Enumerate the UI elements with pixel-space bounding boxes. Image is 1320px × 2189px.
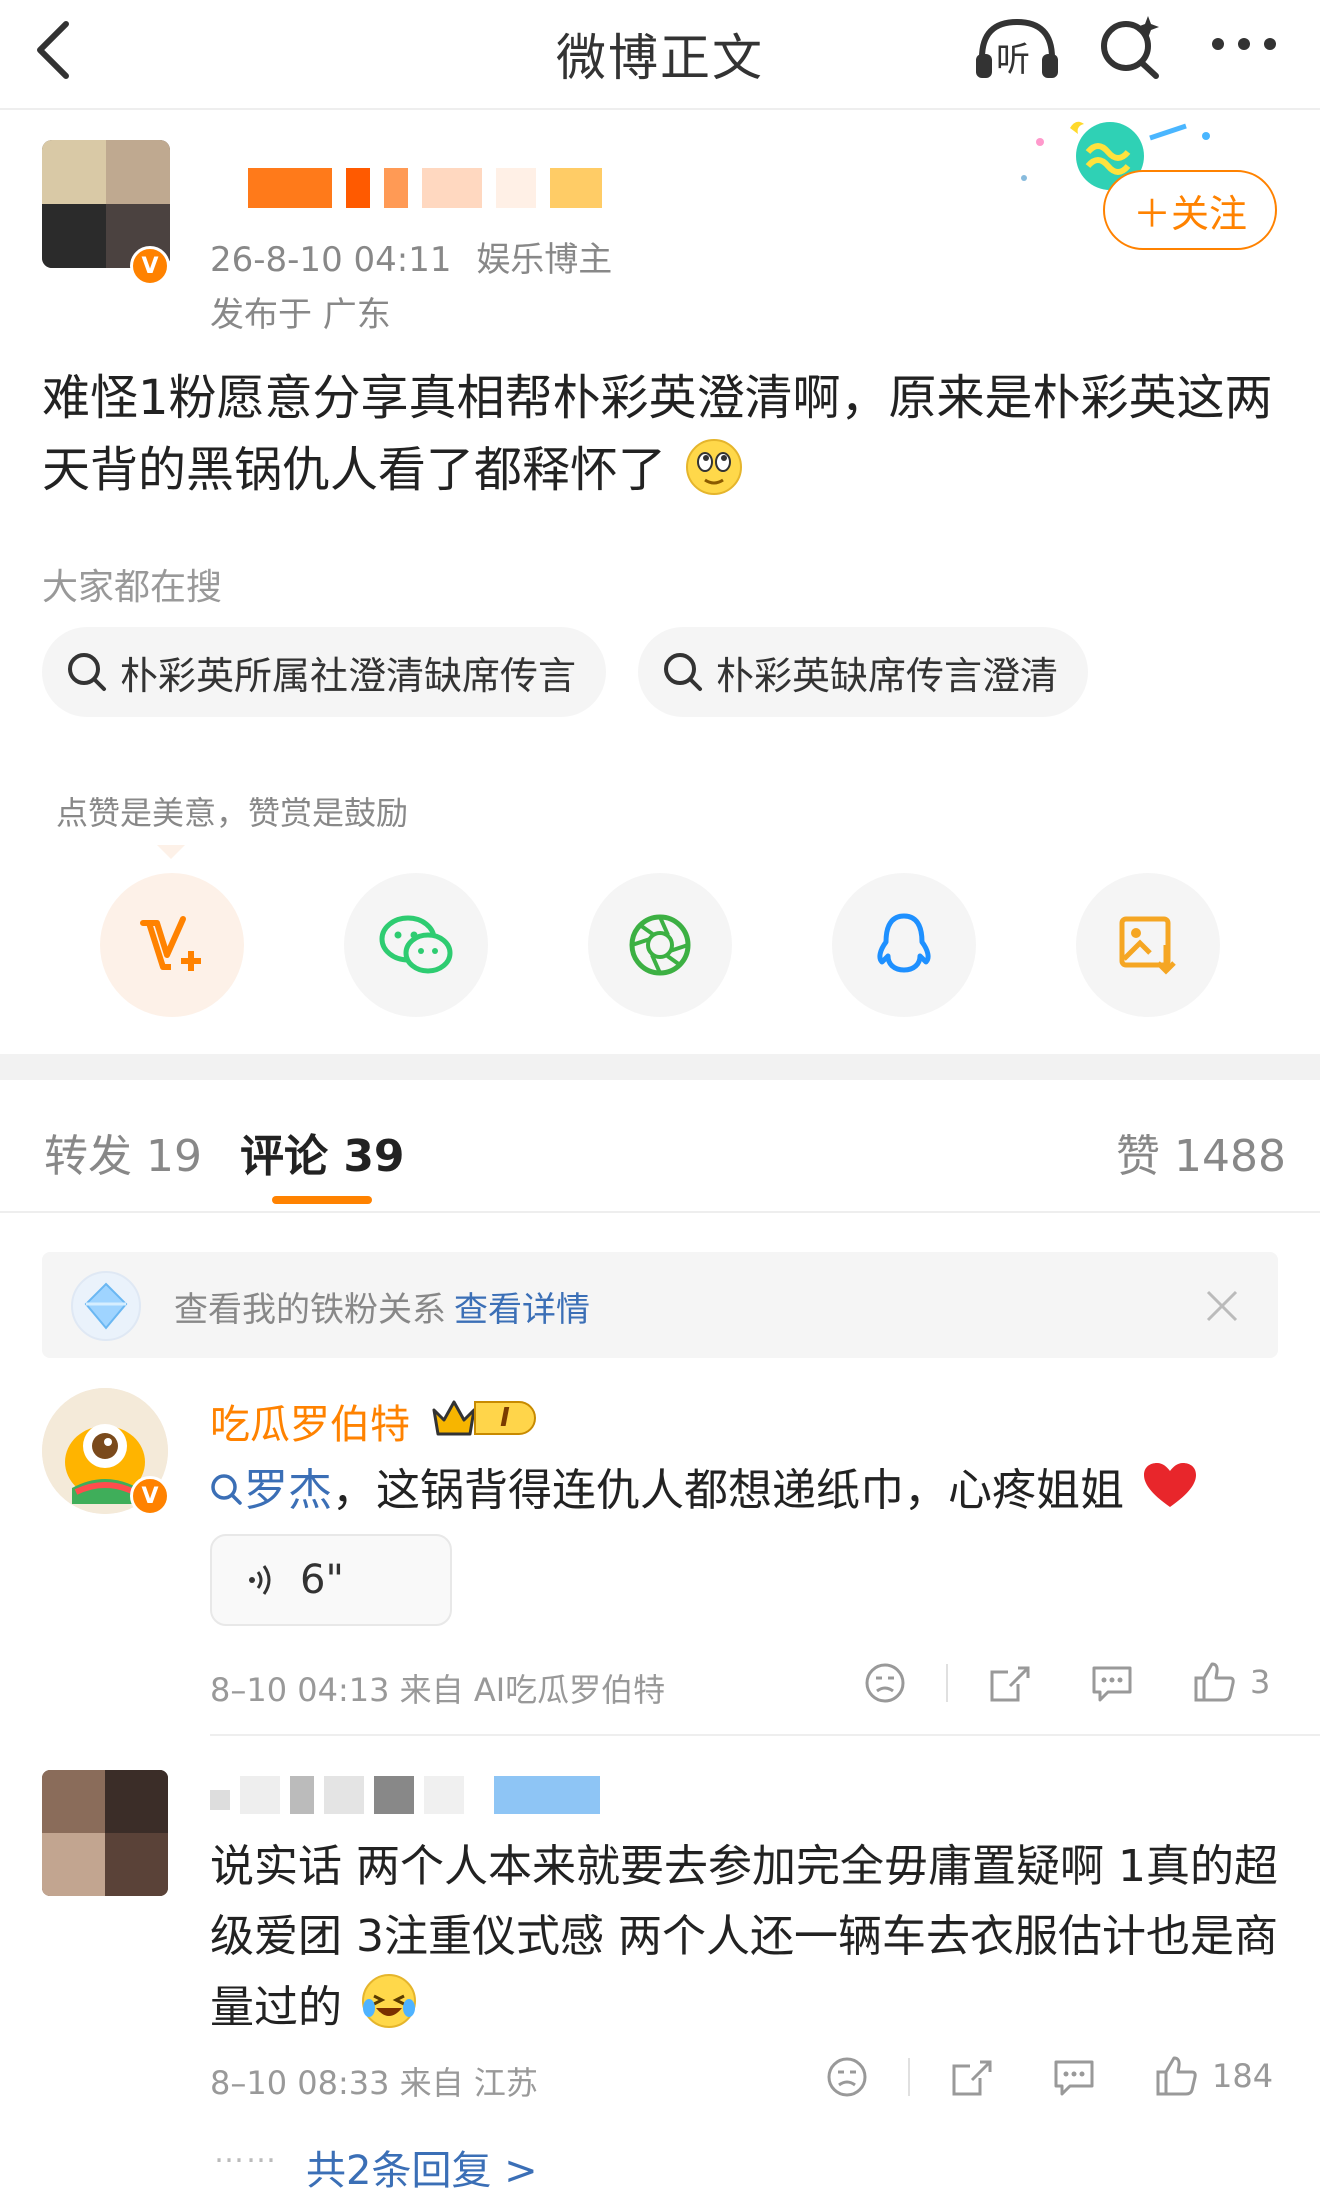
- comment-body: 罗杰，这锅背得连仇人都想递纸巾，心疼姐姐: [210, 1456, 1290, 1526]
- listen-headphone-icon[interactable]: 听: [972, 14, 1062, 84]
- comment-meta: 8–10 04:13 来自 AI吃瓜罗伯特: [210, 1671, 666, 1709]
- post-timestamp: 26-8-10 04:11: [210, 240, 452, 280]
- search-icon: [664, 653, 702, 691]
- share-wechat-button[interactable]: [344, 873, 488, 1017]
- thumbs-up-icon: [1156, 2056, 1197, 2096]
- voice-duration: 6": [300, 1557, 344, 1603]
- like-count: 184: [1212, 2057, 1274, 2095]
- section-divider: [0, 1054, 1320, 1080]
- post-location: 发布于 广东: [210, 295, 391, 335]
- follow-button[interactable]: ＋关注: [1103, 170, 1277, 250]
- reaction-face-icon[interactable]: [864, 1662, 906, 1704]
- thumbs-up-icon: [1194, 1662, 1235, 1702]
- close-icon[interactable]: [1204, 1288, 1240, 1324]
- fan-relationship-banner[interactable]: 查看我的铁粉关系 查看详情: [42, 1252, 1278, 1358]
- trending-search-title: 大家都在搜: [42, 567, 223, 608]
- reward-button[interactable]: [100, 873, 244, 1017]
- post-body: 难怪1粉愿意分享真相帮朴彩英澄清啊，原来是朴彩英这两天背的黑锅仇人看了都释怀了: [42, 362, 1282, 506]
- tab-comment[interactable]: 评论 39: [240, 1120, 405, 1184]
- author-role: 娱乐博主: [476, 240, 613, 280]
- qq-penguin-icon: [877, 913, 931, 973]
- iron-fan-diamond-icon: [71, 1271, 141, 1341]
- search-icon: [68, 653, 106, 691]
- voice-wave-icon: [249, 1565, 271, 1595]
- fan-level-badge: I: [430, 1396, 536, 1440]
- save-image-icon: [1119, 916, 1176, 975]
- listen-label: 听: [996, 40, 1030, 80]
- commenter-name-blurred[interactable]: [210, 1776, 600, 1814]
- top-nav-bar: 微博正文 听: [0, 0, 1320, 110]
- active-tab-indicator: [272, 1196, 372, 1204]
- save-image-button[interactable]: [1076, 873, 1220, 1017]
- red-heart-icon: [1144, 1463, 1196, 1507]
- verified-badge-icon: V: [130, 246, 170, 286]
- search-chip-label: 朴彩英缺席传言澄清: [716, 653, 1059, 698]
- fan-level-label: I: [474, 1401, 536, 1435]
- commenter-name[interactable]: 吃瓜罗伯特: [210, 1392, 410, 1450]
- wechat-icon: [379, 915, 453, 974]
- reward-tip: 点赞是美意，赞赏是鼓励: [56, 794, 409, 832]
- tab-repost[interactable]: 转发 19: [44, 1120, 202, 1184]
- reward-v-plus-icon: [140, 916, 201, 971]
- comment-divider: [210, 1734, 1320, 1736]
- view-replies-link[interactable]: 共2条回复 >: [306, 2138, 538, 2189]
- comment-meta: 8–10 08:33 来自 江苏: [210, 2064, 538, 2102]
- more-icon[interactable]: [1210, 36, 1278, 52]
- search-chip-label: 朴彩英所属社澄清缺席传言: [120, 653, 577, 698]
- search-chip[interactable]: 朴彩英缺席传言澄清: [638, 627, 1089, 717]
- like-button[interactable]: 3: [1192, 1660, 1270, 1704]
- replies-dots: ……: [214, 2135, 278, 2170]
- post-meta: 26-8-10 04:11 娱乐博主: [210, 232, 612, 281]
- share-moments-button[interactable]: [588, 873, 732, 1017]
- repost-share-icon[interactable]: [988, 1662, 1032, 1704]
- fan-detail-link[interactable]: 查看详情: [454, 1290, 590, 1330]
- author-name-blurred[interactable]: [248, 168, 602, 208]
- repost-share-icon[interactable]: [950, 2056, 994, 2098]
- voice-message[interactable]: 6": [210, 1534, 452, 1626]
- verified-badge-icon: V: [130, 1476, 170, 1516]
- fan-banner-text: 查看我的铁粉关系 查看详情: [174, 1282, 590, 1331]
- relief-emoji-icon: [686, 439, 743, 495]
- reaction-face-icon[interactable]: [826, 2056, 868, 2098]
- comment-text: ，这锅背得连仇人都想递纸巾，心疼姐姐: [332, 1465, 1124, 1516]
- post-text: 难怪1粉愿意分享真相帮朴彩英澄清啊，原来是朴彩英这两天背的黑锅仇人看了都释怀了: [42, 370, 1273, 498]
- mention-link[interactable]: 罗杰: [244, 1465, 332, 1516]
- share-qq-button[interactable]: [832, 873, 976, 1017]
- crown-icon: [432, 1400, 476, 1436]
- like-count: 3: [1250, 1663, 1271, 1701]
- action-separator: [946, 1664, 948, 1702]
- comment-bubble-icon[interactable]: [1052, 2056, 1096, 2098]
- laughing-tears-emoji-icon: [362, 1974, 416, 2028]
- search-chip[interactable]: 朴彩英所属社澄清缺席传言: [42, 627, 607, 717]
- search-sparkle-icon[interactable]: [1096, 12, 1166, 82]
- tab-like[interactable]: 赞 1488: [1116, 1120, 1286, 1184]
- tip-arrow: [157, 845, 185, 859]
- like-button[interactable]: 184: [1154, 2054, 1273, 2098]
- tabs-divider: [0, 1211, 1320, 1213]
- comment-body: 说实话 两个人本来就要去参加完全毋庸置疑啊 1真的超级爱团 3注重仪式感 两个人…: [210, 1832, 1290, 2043]
- moments-aperture-icon: [629, 914, 691, 976]
- comment-bubble-icon[interactable]: [1090, 1662, 1134, 1704]
- commenter-avatar[interactable]: [42, 1770, 168, 1896]
- action-separator: [908, 2058, 910, 2096]
- search-icon: [211, 1474, 242, 1505]
- fan-banner-label: 查看我的铁粉关系: [174, 1290, 446, 1330]
